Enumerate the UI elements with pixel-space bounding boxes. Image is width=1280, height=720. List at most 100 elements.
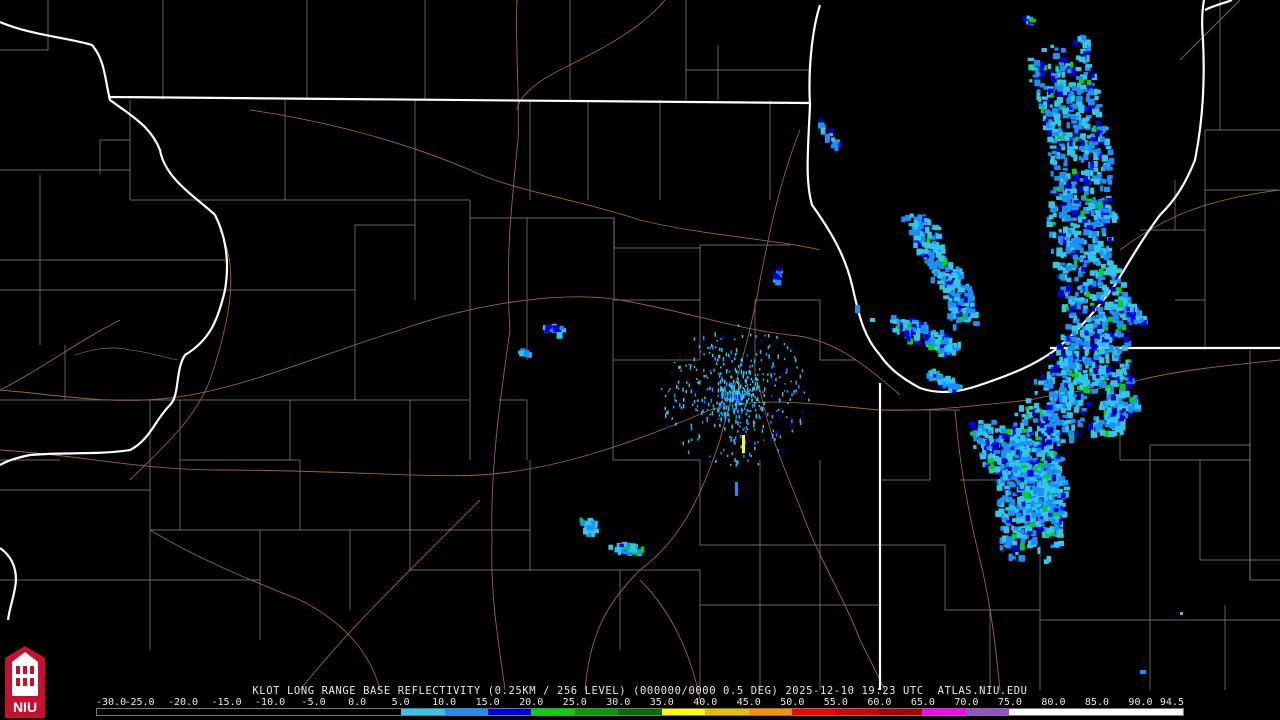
clutter-cell	[693, 357, 696, 362]
clutter-cell	[703, 368, 705, 373]
scale-label: 60.0	[867, 697, 892, 708]
clutter-cell	[776, 335, 778, 339]
echo-cell	[1014, 412, 1019, 417]
echo-cell	[924, 248, 929, 254]
echo-cell	[1096, 148, 1101, 154]
scale-swatch	[314, 709, 358, 715]
scale-label: 20.0	[519, 697, 544, 708]
clutter-cell	[713, 368, 715, 372]
clutter-cell	[765, 352, 768, 356]
echo-cell	[1107, 149, 1114, 155]
echo-cell	[1101, 227, 1106, 234]
echo-cell	[1057, 120, 1062, 127]
echo-cell	[1070, 95, 1075, 102]
echo-cell	[973, 321, 980, 326]
clutter-cell	[754, 382, 757, 387]
echo-cell	[996, 501, 1002, 506]
echo-cell	[1084, 340, 1090, 347]
echo-cell	[1021, 414, 1026, 418]
clutter-cell	[751, 380, 754, 384]
clutter-cell	[789, 398, 791, 401]
scale-swatch	[97, 709, 141, 715]
echo-cell	[1028, 405, 1034, 410]
clutter-cell	[711, 411, 714, 416]
clutter-cell	[695, 378, 698, 380]
clutter-cell	[740, 371, 743, 375]
clutter-cell	[756, 387, 758, 391]
echo-cell	[1027, 464, 1032, 469]
clutter-cell	[671, 417, 673, 420]
echo-cell	[855, 305, 860, 313]
echo-cell	[1055, 454, 1061, 459]
echo-cell	[1061, 305, 1067, 313]
clutter-cell	[749, 410, 752, 412]
clutter-cell	[727, 412, 729, 417]
echo-cell	[828, 128, 834, 134]
clutter-cell	[669, 388, 671, 390]
clutter-cell	[683, 397, 685, 402]
echo-cell	[1036, 95, 1040, 101]
echo-cell	[1023, 491, 1030, 499]
echo-cell	[904, 330, 910, 337]
scale-swatch	[792, 709, 836, 715]
echo-cell	[1100, 136, 1105, 142]
clutter-cell	[781, 372, 783, 376]
echo-cell	[943, 260, 947, 266]
echo-cell	[1053, 186, 1058, 191]
clutter-cell	[741, 409, 744, 412]
clutter-cell	[808, 398, 810, 402]
echo-cell	[1086, 198, 1093, 202]
echo-cell	[1076, 96, 1083, 102]
echo-cell	[1007, 510, 1015, 516]
clutter-cell	[705, 374, 707, 378]
echo-cell	[1077, 420, 1081, 427]
echo-cell	[1095, 374, 1101, 379]
echo-cell	[1065, 246, 1071, 253]
clutter-cell	[750, 454, 752, 458]
echo-cell	[1018, 405, 1024, 412]
echo-cell	[1039, 488, 1045, 494]
clutter-cell	[722, 406, 725, 411]
clutter-cell	[677, 387, 680, 390]
clutter-cell	[731, 452, 734, 456]
echo-cell	[1084, 285, 1089, 293]
echo-cell	[1048, 201, 1055, 208]
echo-cell	[1046, 456, 1051, 462]
echo-cell	[1059, 356, 1064, 364]
clutter-cell	[737, 409, 739, 414]
scale-label: -20.0	[167, 697, 199, 708]
echo-cell	[1046, 434, 1051, 439]
echo-cell	[1120, 391, 1126, 399]
clutter-cell	[755, 335, 758, 339]
clutter-cell	[766, 379, 769, 383]
echo-cell	[1055, 403, 1063, 409]
echo-cell	[1116, 278, 1121, 284]
clutter-cell	[666, 423, 668, 428]
echo-cell	[1095, 425, 1100, 433]
echo-cell	[1089, 302, 1095, 307]
echo-cell	[1035, 447, 1042, 453]
echo-cell	[1086, 55, 1090, 62]
echo-cell	[917, 248, 923, 255]
echo-cell	[1002, 434, 1009, 440]
scale-label: 30.0	[606, 697, 631, 708]
echo-cell	[1044, 485, 1050, 492]
road-outline	[74, 347, 179, 361]
echo-cell	[1099, 376, 1105, 380]
clutter-cell	[702, 409, 705, 412]
clutter-cell	[748, 398, 750, 401]
echo-cell	[920, 324, 928, 330]
echo-cell	[1020, 538, 1026, 544]
clutter-cell	[720, 338, 722, 340]
echo-cell	[946, 281, 953, 285]
clutter-cell	[723, 396, 726, 400]
echo-cell	[1060, 286, 1067, 290]
echo-cell	[999, 545, 1004, 551]
clutter-cell	[701, 421, 704, 424]
clutter-cell	[746, 384, 748, 387]
echo-cell	[1112, 303, 1118, 308]
echo-cell	[1054, 47, 1059, 51]
clutter-cell	[673, 361, 676, 364]
echo-cell	[1065, 295, 1072, 299]
echo-cell	[1106, 333, 1111, 340]
